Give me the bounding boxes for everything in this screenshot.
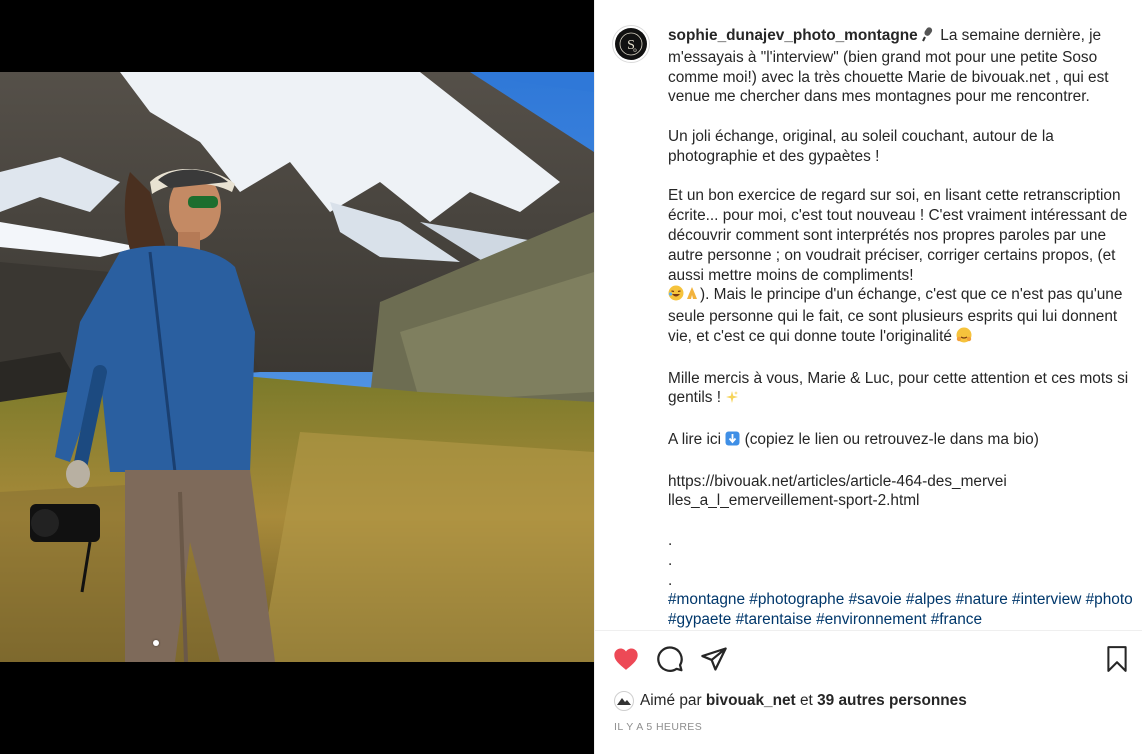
likes-prefix: Aimé par bbox=[640, 692, 702, 709]
hashtag-list: #montagne #photographe #savoie #alpes #n… bbox=[668, 590, 1134, 630]
liker-avatar[interactable] bbox=[614, 691, 634, 711]
hugging-face-icon bbox=[956, 327, 972, 349]
hashtag-link[interactable]: #interview bbox=[1012, 591, 1081, 608]
hashtag-link[interactable]: #environnement bbox=[816, 611, 926, 628]
caption-paragraph-2: Un joli échange, original, au soleil cou… bbox=[668, 127, 1054, 165]
sparkles-icon bbox=[725, 390, 739, 410]
liker-username[interactable]: bivouak_net bbox=[706, 692, 796, 710]
author-username[interactable]: sophie_dunajev_photo_montagne bbox=[668, 27, 918, 44]
mountain-logo-icon bbox=[617, 698, 631, 705]
caption-scroll-area[interactable]: S o sophie_dunajev_photo_montagne La sem… bbox=[595, 0, 1142, 630]
down-arrow-icon bbox=[725, 431, 740, 452]
post-photo[interactable] bbox=[0, 72, 594, 662]
hashtag-link[interactable]: #nature bbox=[956, 591, 1008, 608]
caption-dot: . bbox=[668, 551, 673, 569]
caption-read-here: A lire ici bbox=[668, 430, 722, 448]
hashtag-link[interactable]: #montagne bbox=[668, 591, 745, 608]
share-button[interactable] bbox=[700, 645, 728, 678]
heart-filled-icon bbox=[614, 648, 638, 670]
share-icon bbox=[701, 647, 727, 671]
caption-dot: . bbox=[668, 571, 673, 589]
hashtag-link[interactable]: #photographe bbox=[749, 591, 844, 608]
microphone-icon bbox=[922, 26, 936, 48]
likes-others-link[interactable]: 39 autres personnes bbox=[817, 692, 967, 710]
svg-text:o: o bbox=[633, 46, 637, 54]
likes-summary: Aimé par bivouak_net et 39 autres person… bbox=[614, 690, 967, 712]
post-caption: sophie_dunajev_photo_montagne La semaine… bbox=[668, 26, 1134, 630]
post-timestamp[interactable]: Il y a 5 heures bbox=[614, 721, 702, 733]
hashtag-link[interactable]: #alpes bbox=[906, 591, 951, 608]
caption-paragraph-4: ). Mais le principe d'un échange, c'est … bbox=[668, 286, 1123, 345]
carousel-indicator-dot bbox=[153, 640, 159, 646]
hashtag-link[interactable]: #gypaete bbox=[668, 611, 731, 628]
logo-so-icon: S o bbox=[615, 28, 647, 60]
hashtag-link[interactable]: #tarentaise bbox=[736, 611, 812, 628]
caption-paragraph-3: Et un bon exercice de regard sur soi, en… bbox=[668, 187, 1128, 284]
like-button[interactable] bbox=[612, 645, 640, 678]
caption-dot: . bbox=[668, 531, 673, 549]
caption-article-link[interactable]: https://bivouak.net/articles/article-464… bbox=[668, 472, 1008, 512]
laughing-face-icon bbox=[668, 285, 684, 307]
post-sidebar: S o sophie_dunajev_photo_montagne La sem… bbox=[594, 0, 1142, 754]
comment-button[interactable] bbox=[656, 645, 684, 678]
comment-icon bbox=[657, 646, 683, 672]
hashtag-link[interactable]: #france bbox=[931, 611, 982, 628]
actions-divider bbox=[595, 630, 1142, 631]
likes-conjunction: et bbox=[799, 692, 813, 709]
author-avatar[interactable]: S o bbox=[612, 25, 650, 63]
bookmark-icon bbox=[1107, 646, 1127, 672]
hashtag-link[interactable]: #savoie bbox=[849, 591, 902, 608]
hashtag-link[interactable]: #photo bbox=[1086, 591, 1133, 608]
praying-hands-icon bbox=[684, 285, 700, 307]
caption-link-hint: (copiez le lien ou retrouvez-le dans ma … bbox=[744, 430, 1039, 448]
save-button[interactable] bbox=[1104, 645, 1130, 678]
post-media bbox=[0, 0, 594, 754]
